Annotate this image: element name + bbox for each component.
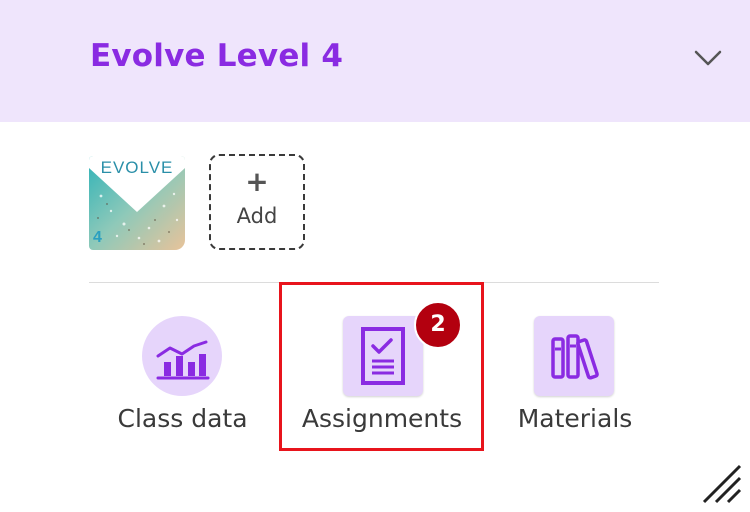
checklist-icon <box>343 316 423 396</box>
assignments-count-badge: 2 <box>414 301 462 349</box>
cover-level-number: 4 <box>93 229 102 246</box>
add-book-button[interactable]: + Add <box>209 154 305 250</box>
chevron-down-icon[interactable] <box>690 44 726 72</box>
book-cover[interactable]: EVOLVE 4 <box>89 156 185 250</box>
class-data-button[interactable]: Class data <box>100 300 265 450</box>
bar-chart-icon <box>142 316 222 396</box>
books-icon <box>534 316 614 396</box>
resize-grip-icon[interactable] <box>700 462 744 506</box>
plus-icon: + <box>245 165 269 198</box>
course-title: Evolve Level 4 <box>90 38 344 74</box>
materials-label: Materials <box>517 404 633 433</box>
class-data-label: Class data <box>117 404 248 433</box>
cover-brand-text: EVOLVE <box>100 158 174 177</box>
add-book-label: Add <box>236 204 278 228</box>
divider <box>89 282 659 283</box>
materials-button[interactable]: Materials <box>500 300 650 450</box>
course-header[interactable]: Evolve Level 4 <box>0 0 750 122</box>
assignments-label: Assignments <box>301 404 463 433</box>
